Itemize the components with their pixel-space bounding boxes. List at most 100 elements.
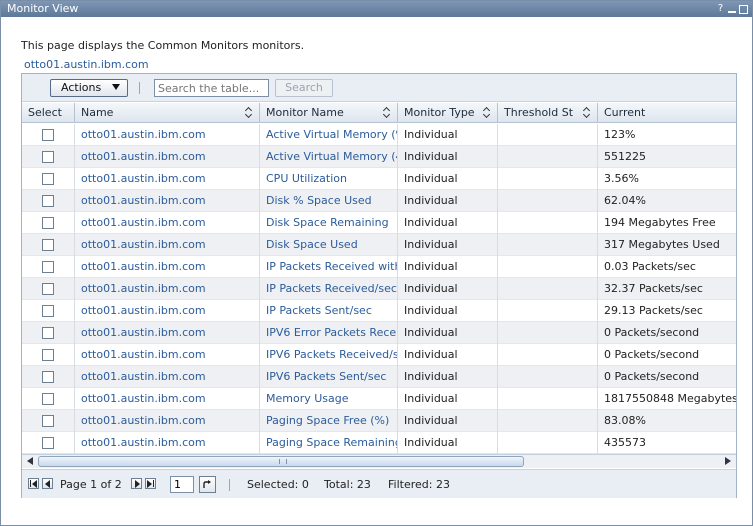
table-row[interactable]: otto01.austin.ibm.com Memory Usage Individ… — [22, 388, 736, 410]
title-bar: Monitor View ? — [1, 1, 752, 17]
row-checkbox[interactable] — [42, 283, 54, 295]
row-checkbox[interactable] — [42, 173, 54, 185]
row-monitor-link[interactable]: Disk Space Used — [260, 234, 398, 256]
table-row[interactable]: otto01.austin.ibm.com Paging Space Free (… — [22, 410, 736, 432]
row-name-link[interactable]: otto01.austin.ibm.com — [75, 146, 260, 168]
table-row[interactable]: otto01.austin.ibm.com IPV6 Packets Receiv… — [22, 344, 736, 366]
actions-dropdown[interactable]: Actions — [50, 79, 128, 97]
pagination-bar: Page 1 of 2 Selected: 0 Total: 23 Filter… — [22, 469, 736, 498]
row-monitor-link[interactable]: Active Virtual Memory (%) — [260, 124, 398, 146]
row-monitor-link[interactable]: CPU Utilization — [260, 168, 398, 190]
table-row[interactable]: otto01.austin.ibm.com IP Packets Received… — [22, 256, 736, 278]
search-button[interactable]: Search — [275, 79, 333, 97]
row-name-link[interactable]: otto01.austin.ibm.com — [75, 410, 260, 432]
maximize-icon[interactable] — [739, 5, 748, 14]
row-checkbox[interactable] — [42, 415, 54, 427]
table-row[interactable]: otto01.austin.ibm.com Active Virtual Memo… — [22, 146, 736, 168]
table-row[interactable]: otto01.austin.ibm.com IPV6 Error Packets … — [22, 322, 736, 344]
table-row[interactable]: otto01.austin.ibm.com Active Virtual Memo… — [22, 124, 736, 146]
row-monitor-link[interactable]: Active Virtual Memory (4K pages) — [260, 146, 398, 168]
scroll-right-icon[interactable] — [725, 457, 731, 465]
column-header-monitor-name[interactable]: Monitor Name — [260, 103, 398, 123]
row-name-link[interactable]: otto01.austin.ibm.com — [75, 300, 260, 322]
row-name-link[interactable]: otto01.austin.ibm.com — [75, 256, 260, 278]
scroll-left-icon[interactable] — [27, 457, 33, 465]
row-threshold — [498, 168, 598, 190]
row-threshold — [498, 344, 598, 366]
row-monitor-link[interactable]: Memory Usage — [260, 388, 398, 410]
sort-icon[interactable] — [483, 106, 492, 120]
row-checkbox[interactable] — [42, 437, 54, 449]
row-checkbox[interactable] — [42, 371, 54, 383]
horizontal-scrollbar[interactable] — [22, 454, 736, 468]
row-monitor-link[interactable]: Disk Space Remaining — [260, 212, 398, 234]
row-threshold — [498, 410, 598, 432]
row-monitor-link[interactable]: IPV6 Packets Received/sec — [260, 344, 398, 366]
sort-icon[interactable] — [245, 106, 254, 120]
row-current-value: 551225 — [604, 150, 646, 163]
minimize-icon[interactable] — [728, 5, 736, 13]
column-label-select: Select — [28, 106, 62, 119]
row-name-link[interactable]: otto01.austin.ibm.com — [75, 432, 260, 454]
table-row[interactable]: otto01.austin.ibm.com Disk Space Remainin… — [22, 212, 736, 234]
row-monitor-type: Individual — [398, 432, 498, 454]
row-monitor-link[interactable]: IP Packets Sent/sec — [260, 300, 398, 322]
sort-icon[interactable] — [583, 106, 592, 120]
column-header-monitor-type[interactable]: Monitor Type — [398, 103, 498, 123]
last-page-icon — [153, 480, 154, 487]
go-to-page-button[interactable] — [199, 476, 216, 493]
row-checkbox[interactable] — [42, 239, 54, 251]
row-current-value: 83.08% — [604, 414, 646, 427]
row-name-link[interactable]: otto01.austin.ibm.com — [75, 278, 260, 300]
row-monitor-link[interactable]: Disk % Space Used — [260, 190, 398, 212]
row-name-link[interactable]: otto01.austin.ibm.com — [75, 366, 260, 388]
row-monitor-type: Individual — [398, 366, 498, 388]
row-name-link[interactable]: otto01.austin.ibm.com — [75, 322, 260, 344]
scrollbar-thumb[interactable] — [38, 456, 524, 467]
row-checkbox[interactable] — [42, 217, 54, 229]
row-name-link[interactable]: otto01.austin.ibm.com — [75, 388, 260, 410]
table-row[interactable]: otto01.austin.ibm.com IP Packets Received… — [22, 278, 736, 300]
row-monitor-link[interactable]: IP Packets Received with Errors — [260, 256, 398, 278]
next-page-button[interactable] — [131, 478, 142, 489]
row-checkbox[interactable] — [42, 195, 54, 207]
help-icon[interactable]: ? — [716, 3, 725, 15]
previous-page-button[interactable] — [42, 478, 53, 489]
monitor-table: Actions Search Select Name Monitor Name … — [21, 73, 737, 498]
column-header-threshold[interactable]: Threshold St — [498, 103, 598, 123]
column-header-name[interactable]: Name — [75, 103, 260, 123]
first-page-button[interactable] — [28, 478, 39, 489]
row-monitor-link[interactable]: Paging Space Free (%) — [260, 410, 398, 432]
row-name-link[interactable]: otto01.austin.ibm.com — [75, 344, 260, 366]
row-checkbox[interactable] — [42, 261, 54, 273]
row-name-link[interactable]: otto01.austin.ibm.com — [75, 212, 260, 234]
table-row[interactable]: otto01.austin.ibm.com IPV6 Packets Sent/s… — [22, 366, 736, 388]
row-checkbox[interactable] — [42, 151, 54, 163]
row-checkbox[interactable] — [42, 327, 54, 339]
table-row[interactable]: otto01.austin.ibm.com Disk % Space Used In… — [22, 190, 736, 212]
row-monitor-link[interactable]: IPV6 Error Packets Received — [260, 322, 398, 344]
row-monitor-link[interactable]: IP Packets Received/sec — [260, 278, 398, 300]
column-header-current[interactable]: Current — [598, 103, 736, 123]
row-checkbox[interactable] — [42, 305, 54, 317]
row-checkbox[interactable] — [42, 129, 54, 141]
toolbar-divider — [139, 82, 140, 94]
row-checkbox[interactable] — [42, 349, 54, 361]
row-select-cell — [22, 366, 75, 388]
table-row[interactable]: otto01.austin.ibm.com Disk Space Used Indi… — [22, 234, 736, 256]
row-name-link[interactable]: otto01.austin.ibm.com — [75, 190, 260, 212]
row-checkbox[interactable] — [42, 393, 54, 405]
row-monitor-link[interactable]: IPV6 Packets Sent/sec — [260, 366, 398, 388]
row-name-link[interactable]: otto01.austin.ibm.com — [75, 124, 260, 146]
row-name-link[interactable]: otto01.austin.ibm.com — [75, 234, 260, 256]
page-number-input[interactable] — [170, 476, 194, 493]
last-page-button[interactable] — [145, 478, 156, 489]
search-input[interactable] — [154, 79, 269, 97]
row-monitor-link[interactable]: Paging Space Remaining — [260, 432, 398, 454]
table-row[interactable]: otto01.austin.ibm.com Paging Space Remain… — [22, 432, 736, 454]
table-row[interactable]: otto01.austin.ibm.com CPU Utilization Indi… — [22, 168, 736, 190]
row-name-link[interactable]: otto01.austin.ibm.com — [75, 168, 260, 190]
host-link[interactable]: otto01.austin.ibm.com — [24, 58, 149, 71]
sort-icon[interactable] — [383, 106, 392, 120]
table-row[interactable]: otto01.austin.ibm.com IP Packets Sent/sec… — [22, 300, 736, 322]
